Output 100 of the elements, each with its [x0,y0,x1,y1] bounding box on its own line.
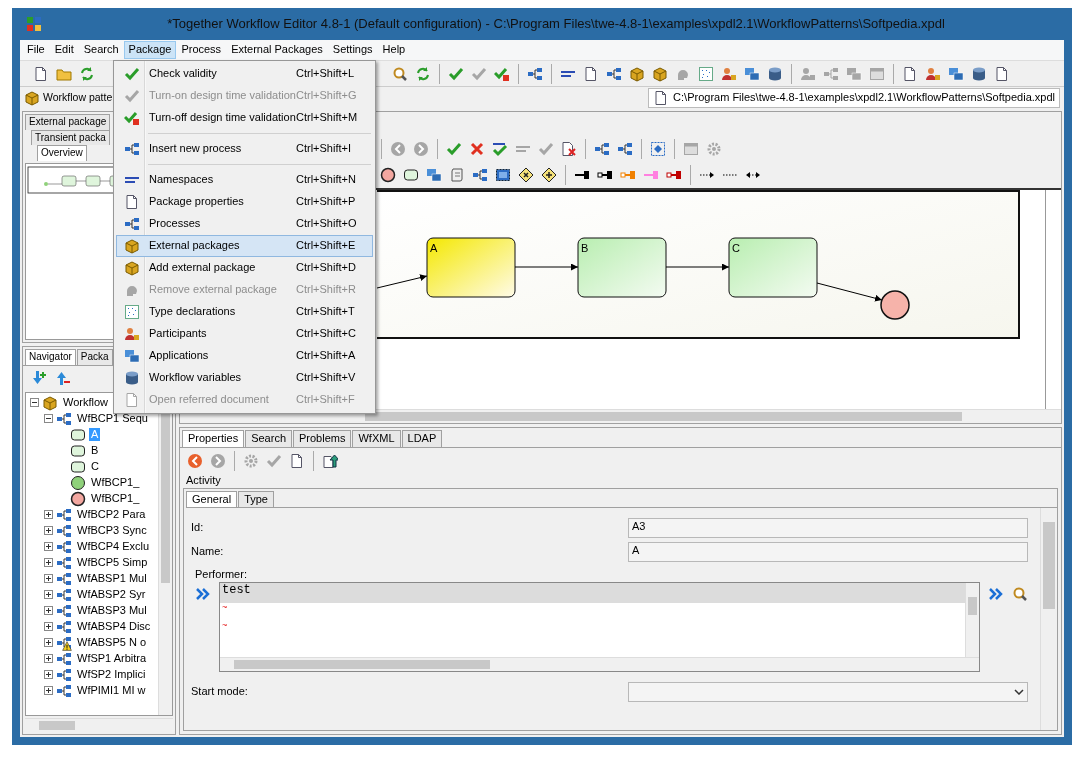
tree-item[interactable]: WfABSP4 Disc [75,619,153,634]
expander-icon[interactable] [44,622,53,631]
menu-item[interactable]: Package properties Ctrl+Shift+P [116,191,373,213]
double-chevron-icon[interactable] [988,586,1004,602]
end-node[interactable] [880,290,910,320]
menu-item[interactable]: Search [78,41,124,59]
tree-item[interactable]: WfABSP5 N o [75,635,149,650]
expander-icon[interactable] [44,542,53,551]
menu-item[interactable]: Settings [327,41,378,59]
tree-item[interactable]: WfSP1 Arbitra [75,651,149,666]
document-icon[interactable] [583,65,599,82]
cross-icon[interactable] [469,141,485,157]
tree-item[interactable]: WfBCP4 Exclu [75,539,152,554]
expander-icon[interactable] [44,574,53,583]
flow-icon[interactable] [527,65,543,82]
search-icon[interactable] [392,65,408,82]
scrollbar[interactable] [1040,508,1057,730]
menu-item[interactable]: External Packages [226,41,328,59]
box-icon[interactable] [652,65,668,82]
text-field[interactable]: A3 [628,518,1028,539]
arrow-up-icon[interactable] [55,369,71,386]
tree-item[interactable]: WfBCP3 Sync [75,523,149,538]
menu-item[interactable]: Workflow variables Ctrl+Shift+V [116,367,373,389]
package-selector[interactable]: Workflow patte [22,89,115,107]
computer-icon[interactable] [426,167,442,183]
tree-item[interactable]: Workflow [61,395,111,410]
expander-icon[interactable] [44,590,53,599]
scrollbar[interactable] [25,718,173,732]
text-field[interactable]: A [628,542,1028,563]
document-icon[interactable] [902,65,918,82]
panel-tab[interactable]: Problems [293,430,352,447]
panel-tab[interactable]: Navigator [25,349,76,365]
panel-tab[interactable]: General [186,490,238,508]
grid-icon[interactable] [698,65,714,82]
tree-item[interactable]: WfBCP1_ [89,491,142,506]
check-icon[interactable] [446,141,462,157]
computer-icon[interactable] [948,65,964,82]
performer-editor[interactable]: test ~ ~ [219,582,980,672]
activity-node[interactable] [577,237,667,298]
tree-item[interactable]: WfABSP1 Mul [75,571,149,586]
circle-icon[interactable] [380,167,396,183]
expander-icon[interactable] [44,510,53,519]
rounded-rectangle-icon[interactable] [403,167,419,183]
tree-item[interactable]: WfBCP2 Para [75,507,148,522]
menu-item[interactable]: Type declarations Ctrl+Shift+T [116,301,373,323]
tree-item[interactable]: WfBCP1_ [89,475,142,490]
panel-tab[interactable]: Type [238,490,274,508]
subprocess-icon[interactable] [495,167,511,183]
person-icon[interactable] [925,65,941,82]
expander-icon[interactable] [30,398,39,407]
expander-icon[interactable] [44,526,53,535]
selection-icon[interactable] [650,141,666,157]
panel-tab[interactable]: Properties [182,430,245,447]
menu-item[interactable]: Edit [49,41,79,59]
document-icon[interactable] [561,141,577,157]
document-icon[interactable] [289,452,305,469]
menu-item[interactable]: External packages Ctrl+Shift+E [116,235,373,257]
tree-item[interactable]: WfSP2 Implici [75,667,148,682]
double-chevron-icon[interactable] [195,586,211,602]
expander-icon[interactable] [44,606,53,615]
expander-icon[interactable] [44,670,53,679]
diamond-icon[interactable] [518,167,534,183]
document-icon[interactable] [994,65,1010,82]
computer-icon[interactable] [744,65,760,82]
activity-node[interactable] [426,237,516,298]
expander-icon[interactable] [44,558,53,567]
panel-tab[interactable]: Search [245,430,292,447]
flow-icon[interactable] [617,141,633,157]
menu-item[interactable]: Participants Ctrl+Shift+C [116,323,373,345]
tree-item[interactable]: B [89,443,101,458]
check-icon[interactable] [448,65,464,82]
sync-icon[interactable] [415,65,431,82]
search-icon[interactable] [1012,586,1028,602]
menu-item[interactable]: Package [123,41,177,59]
box-icon[interactable] [629,65,645,82]
panel-tab[interactable]: Overview [37,145,87,161]
tree-item[interactable]: WfPIMI1 MI w [75,683,148,698]
flow-icon[interactable] [606,65,622,82]
document-icon[interactable] [33,65,49,82]
tree-item[interactable]: WfABSP2 Syr [75,587,148,602]
back-icon[interactable] [187,452,203,469]
expander-icon[interactable] [44,638,53,647]
scroll-icon[interactable] [449,167,465,183]
panel-tab[interactable]: WfXML [352,430,401,447]
menu-item[interactable]: File [22,41,50,59]
arrow-down-icon[interactable] [31,369,47,386]
scrollbar[interactable] [965,583,979,657]
upload-icon[interactable] [322,452,338,469]
database-icon[interactable] [971,65,987,82]
person-icon[interactable] [721,65,737,82]
menu-item[interactable]: Turn-off design time validationCtrl+Shift+M [116,107,373,129]
expander-icon[interactable] [44,414,53,423]
tree-item[interactable]: WfBCP1 Sequ [75,411,150,426]
menu-item[interactable]: Insert new process Ctrl+Shift+I [116,138,373,160]
menu-item[interactable]: Check validity Ctrl+Shift+L [116,63,373,85]
menu-item[interactable]: Namespaces Ctrl+Shift+N [116,169,373,191]
tree-item[interactable]: C [89,459,101,474]
menu-item[interactable]: Process [176,41,227,59]
text-check-icon[interactable] [492,141,508,157]
menu-item[interactable]: Help [377,41,411,59]
